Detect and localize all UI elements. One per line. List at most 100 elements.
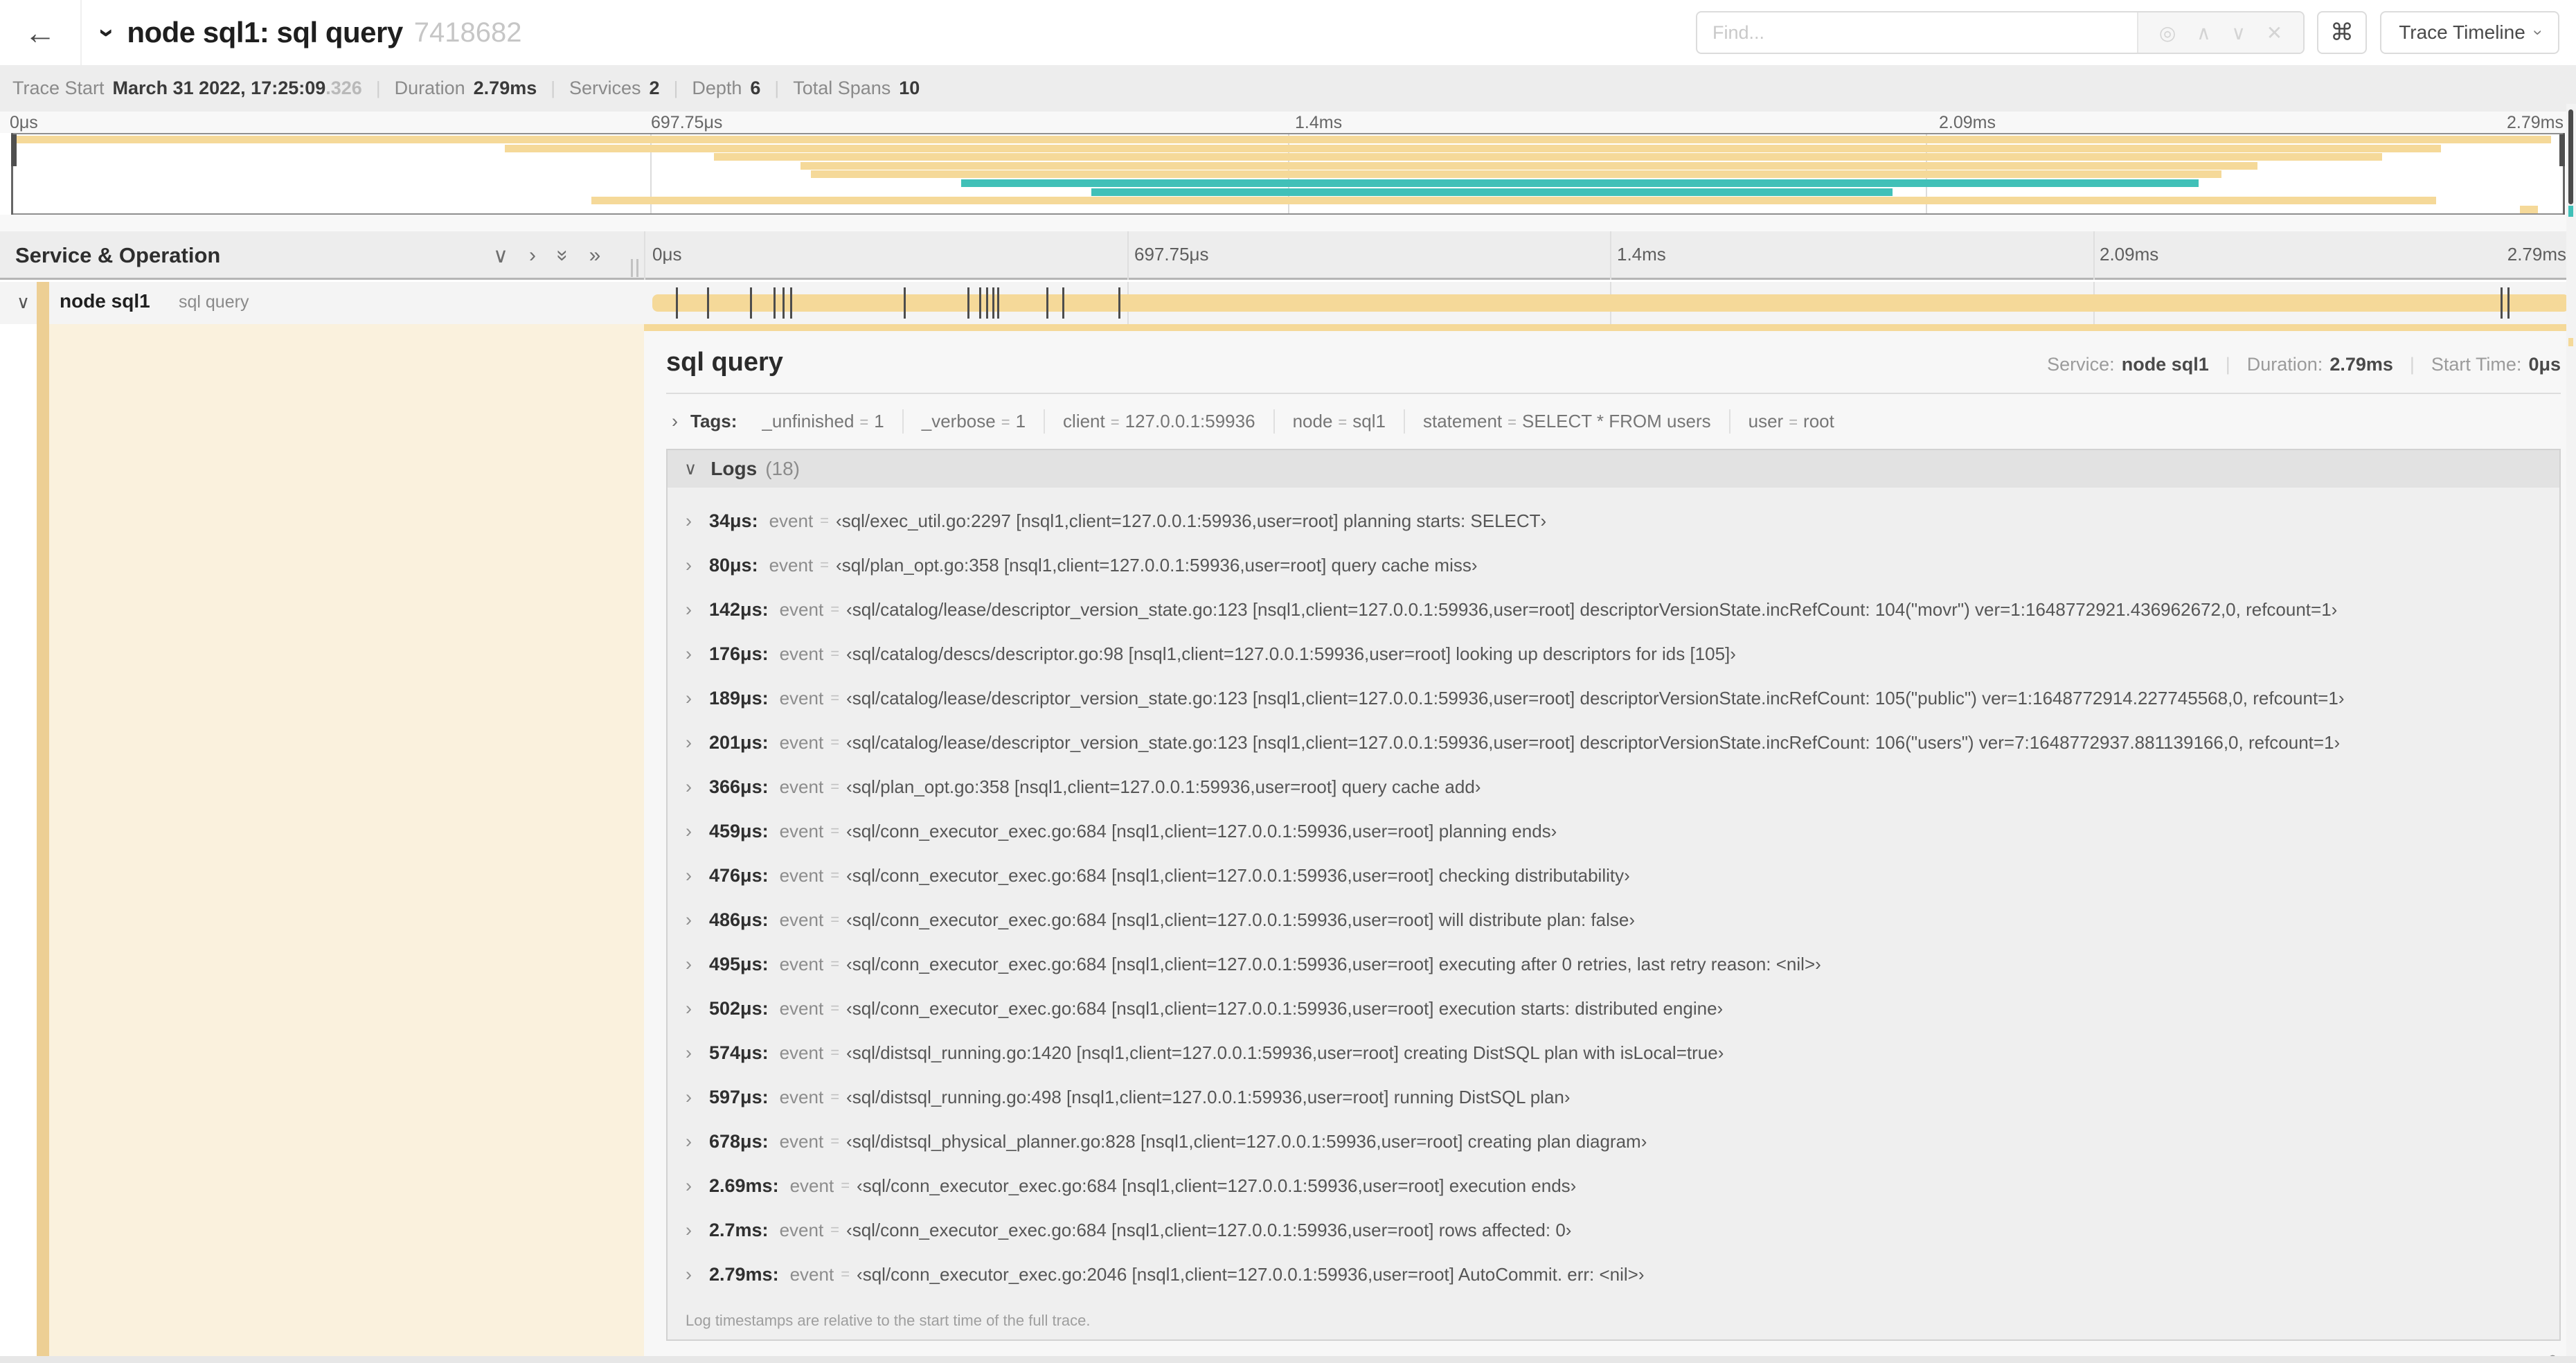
log-field: event (779, 1086, 824, 1107)
log-field: event (779, 909, 824, 930)
equals-sign: = (841, 1265, 850, 1283)
log-value: ‹sql/catalog/lease/descriptor_version_st… (846, 731, 2341, 753)
next-match-icon[interactable]: ∨ (2231, 21, 2246, 44)
trace-view-selector[interactable]: Trace Timeline › (2380, 11, 2559, 54)
timeline-ruler: 0μs 697.75μs 1.4ms 2.09ms 2.79ms (644, 231, 2576, 280)
log-row[interactable]: › 80μs: event = ‹sql/plan_opt.go:358 [ns… (668, 543, 2559, 587)
viewport-left-handle[interactable] (11, 134, 17, 166)
log-tick-marker (790, 287, 792, 319)
log-row[interactable]: › 366μs: event = ‹sql/plan_opt.go:358 [n… (668, 765, 2559, 809)
log-row[interactable]: › 486μs: event = ‹sql/conn_executor_exec… (668, 898, 2559, 942)
log-field: event (779, 598, 824, 620)
bottom-edge (0, 1356, 2576, 1363)
log-tick-marker (676, 287, 678, 319)
chevron-down-icon[interactable]: › (91, 28, 123, 37)
column-gridline (1127, 231, 1129, 280)
log-row[interactable]: › 201μs: event = ‹sql/catalog/lease/desc… (668, 720, 2559, 765)
scrollbar[interactable] (2566, 104, 2576, 1363)
ruler-tick: 2.79ms (2507, 113, 2564, 132)
chevron-right-icon: › (686, 510, 692, 531)
log-time: 366μs: (709, 776, 769, 797)
log-row[interactable]: › 142μs: event = ‹sql/catalog/lease/desc… (668, 587, 2559, 632)
keyboard-shortcuts-button[interactable]: ⌘ (2317, 11, 2367, 54)
viewport-right-handle[interactable] (2559, 134, 2565, 166)
span-row-timeline-cell[interactable] (644, 282, 2576, 324)
log-field: event (769, 510, 814, 531)
equals-sign: = (830, 600, 840, 618)
duration-value: 2.79ms (2329, 354, 2393, 375)
log-value: ‹sql/plan_opt.go:358 [nsql1,client=127.0… (836, 554, 1478, 576)
collapse-one-icon[interactable]: ∨ (493, 244, 508, 268)
back-button[interactable]: ← (0, 0, 82, 65)
target-icon[interactable]: ◎ (2159, 21, 2176, 44)
log-row[interactable]: › 459μs: event = ‹sql/conn_executor_exec… (668, 809, 2559, 853)
log-row[interactable]: › 34μs: event = ‹sql/exec_util.go:2297 [… (668, 499, 2559, 543)
detail-operation-title: sql query (666, 348, 783, 377)
equals-sign: = (830, 955, 840, 972)
logs-header[interactable]: ∨ Logs (18) (668, 450, 2559, 488)
detail-row-span-strip (644, 324, 2576, 331)
tag-item[interactable]: user = root (1730, 409, 1852, 434)
span-detail-panel: sql query Service: node sql1 | Duration: 2… (644, 331, 2576, 1363)
log-row[interactable]: › 597μs: event = ‹sql/distsql_running.go… (668, 1075, 2559, 1119)
chevron-down-icon[interactable]: ∨ (17, 292, 30, 313)
tag-item[interactable]: client = 127.0.0.1:59936 (1045, 409, 1275, 434)
log-time: 486μs: (709, 909, 769, 930)
log-row[interactable]: › 476μs: event = ‹sql/conn_executor_exec… (668, 853, 2559, 898)
log-row[interactable]: › 495μs: event = ‹sql/conn_executor_exec… (668, 942, 2559, 986)
minimap-span (714, 153, 2383, 161)
column-resizer[interactable] (627, 259, 642, 277)
log-tick-marker (1118, 287, 1120, 319)
equals-sign: = (830, 778, 840, 795)
equals-sign: = (841, 1177, 850, 1194)
prev-match-icon[interactable]: ∧ (2197, 21, 2211, 44)
chevron-down-icon: › (2528, 30, 2548, 35)
equals-sign: = (830, 1044, 840, 1061)
log-value: ‹sql/distsql_running.go:498 [nsql1,clien… (846, 1086, 1571, 1107)
expand-one-icon[interactable]: › (529, 244, 536, 267)
tag-item[interactable]: statement = SELECT * FROM users (1405, 409, 1730, 434)
log-row[interactable]: › 189μs: event = ‹sql/catalog/lease/desc… (668, 676, 2559, 720)
log-tick-marker (707, 287, 709, 319)
chevron-right-icon: › (686, 643, 692, 664)
log-time: 2.79ms: (709, 1263, 779, 1285)
log-row[interactable]: › 502μs: event = ‹sql/conn_executor_exec… (668, 986, 2559, 1031)
chevron-right-icon: › (686, 554, 692, 576)
log-value: ‹sql/catalog/lease/descriptor_version_st… (846, 687, 2345, 709)
chevron-down-icon: ∨ (684, 459, 697, 479)
trace-minimap[interactable] (11, 133, 2565, 215)
find-suffix-controls: ◎ ∧ ∨ ✕ (2137, 12, 2303, 53)
log-field: event (779, 820, 824, 841)
collapse-all-icon[interactable]: » (551, 250, 574, 262)
log-row[interactable]: › 2.69ms: event = ‹sql/conn_executor_exe… (668, 1164, 2559, 1208)
log-field: event (779, 953, 824, 974)
log-tick-marker (986, 287, 988, 319)
log-row[interactable]: › 2.7ms: event = ‹sql/conn_executor_exec… (668, 1208, 2559, 1252)
start-time-label: Start Time: (2431, 354, 2522, 375)
tag-item[interactable]: _unfinished = 1 (744, 409, 904, 434)
tags-row[interactable]: › Tags: _unfinished = 1 _verbose = 1 client = 12… (666, 394, 2561, 446)
find-input[interactable] (1697, 12, 2137, 53)
scrollbar-thumb[interactable] (2568, 109, 2573, 204)
minimap-span (505, 144, 2442, 152)
equals-sign: = (820, 556, 830, 573)
log-row[interactable]: › 678μs: event = ‹sql/distsql_physical_p… (668, 1119, 2559, 1164)
ruler-tick: 0μs (10, 113, 38, 132)
span-row-name-cell[interactable]: ∨ node sql1 sql query (0, 282, 644, 324)
span-duration-bar[interactable] (652, 294, 2569, 312)
log-time: 201μs: (709, 731, 769, 753)
expand-all-icon[interactable]: » (589, 244, 601, 267)
total-spans-label: Total Spans (793, 78, 891, 98)
log-row[interactable]: › 2.79ms: event = ‹sql/conn_executor_exe… (668, 1252, 2559, 1297)
tag-item[interactable]: _verbose = 1 (904, 409, 1046, 434)
clear-search-icon[interactable]: ✕ (2266, 21, 2282, 44)
span-row[interactable]: ∨ node sql1 sql query (0, 282, 2576, 324)
scrollbar-mark (2568, 338, 2573, 346)
depth-label: Depth (692, 78, 742, 98)
tag-item[interactable]: node = sql1 (1275, 409, 1405, 434)
log-row[interactable]: › 574μs: event = ‹sql/distsql_running.go… (668, 1031, 2559, 1075)
log-field: event (769, 554, 814, 576)
log-time: 678μs: (709, 1130, 769, 1152)
log-time: 459μs: (709, 820, 769, 841)
log-row[interactable]: › 176μs: event = ‹sql/catalog/descs/desc… (668, 632, 2559, 676)
